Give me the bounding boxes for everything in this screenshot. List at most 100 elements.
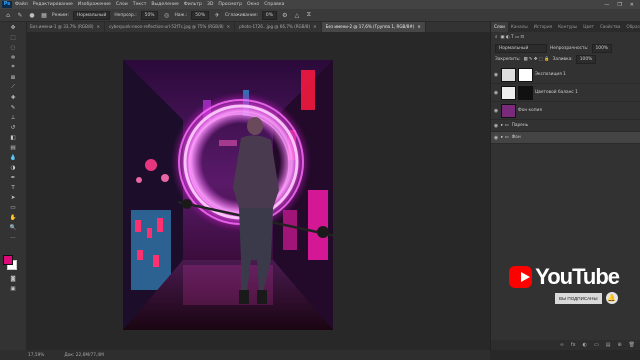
menu-help[interactable]: Справка [264,2,284,7]
blur-tool-icon[interactable]: 💧 [2,153,24,162]
menu-edit[interactable]: Редактирование [33,2,73,7]
zoom-tool-icon[interactable]: 🔍 [2,223,24,232]
maximize-button[interactable]: ❐ [617,2,621,8]
trash-icon[interactable]: 🗑 [629,342,635,348]
new-group-icon[interactable]: ▤ [606,342,611,348]
angle-icon[interactable]: △ [293,11,301,19]
canvas-area[interactable] [26,32,490,350]
subscribed-button[interactable]: ВЫ ПОДПИСАНЫ [555,292,602,304]
close-icon[interactable]: ✕ [97,22,100,32]
layer-name[interactable]: Парень [512,123,529,128]
lasso-tool-icon[interactable]: ◌ [2,43,24,52]
tab-channels[interactable]: Каналы [508,22,531,32]
smoothing-settings-icon[interactable]: ⚙ [281,11,289,19]
add-mask-icon[interactable]: ▭ [594,342,599,348]
layer-name[interactable]: Фон копия [518,108,542,113]
home-icon[interactable]: ⌂ [4,11,12,19]
tab-document-2[interactable]: cyberpunk-neon-reflection-url-52f7c.jpg … [105,22,236,32]
layer-row[interactable]: ◉ Экспозиция 1 [491,66,640,84]
fx-icon[interactable]: fx [571,342,576,348]
shape-tool-icon[interactable]: ▭ [2,203,24,212]
close-button[interactable]: ✕ [630,2,634,8]
type-tool-icon[interactable]: T [2,183,24,192]
layer-opacity-field[interactable]: 100% [591,44,613,53]
layer-group-row[interactable]: ◉ ▸ ▭ Фон [491,132,640,144]
frame-tool-icon[interactable]: ⊠ [2,73,24,82]
tab-document-1[interactable]: Без имени-1 @ 33,7% (RGB/8) ✕ [26,22,105,32]
symmetry-icon[interactable]: ⧖ [305,11,313,19]
minimize-button[interactable]: — [604,2,609,8]
visibility-eye-icon[interactable]: ◉ [491,135,501,141]
menu-layers[interactable]: Слои [116,2,128,7]
hand-tool-icon[interactable]: ✋ [2,213,24,222]
quick-select-tool-icon[interactable]: ✲ [2,53,24,62]
tab-swatches[interactable]: Образцы [623,22,640,32]
brush-settings-icon[interactable]: ▦ [40,11,48,19]
layer-row[interactable]: ◉ Фон копия [491,102,640,120]
tab-paths[interactable]: Контуры [555,22,580,32]
menu-filter[interactable]: Фильтр [184,2,202,7]
close-icon[interactable]: ✕ [227,22,230,32]
adjustment-layer-icon[interactable]: ◐ [583,342,587,348]
photoshop-logo[interactable]: Ps [2,1,12,8]
new-layer-icon[interactable]: ⊕ [617,342,621,348]
bell-icon[interactable]: 🔔 [605,292,618,304]
history-brush-tool-icon[interactable]: ↺ [2,123,24,132]
brush-size-icon[interactable]: ● [28,11,36,19]
eraser-tool-icon[interactable]: ◧ [2,133,24,142]
fill-field[interactable]: 100% [575,55,597,64]
layer-row[interactable]: ◉ Цветовой баланс 1 [491,84,640,102]
pen-tool-icon[interactable]: ✒ [2,173,24,182]
menu-select[interactable]: Выделение [151,2,178,7]
smoothing-field[interactable]: 0% [261,10,277,20]
layer-name[interactable]: Фон [512,135,521,140]
tab-layers[interactable]: Слои [491,22,508,32]
artwork-image[interactable] [123,60,333,330]
dodge-tool-icon[interactable]: ◑ [2,163,24,172]
healing-brush-tool-icon[interactable]: ✚ [2,93,24,102]
close-icon[interactable]: ✕ [417,22,420,32]
tab-document-3[interactable]: photo-1726...jpg @ 66,7% (RGB/8) ✕ [235,22,322,32]
foreground-color-swatch[interactable] [3,255,13,265]
brush-tool-icon[interactable]: ✎ [2,103,24,112]
zoom-level[interactable]: 17,59% [28,353,44,358]
close-icon[interactable]: ✕ [313,22,316,32]
mode-select[interactable]: Нормальный [72,10,111,20]
pressure-opacity-icon[interactable]: ◎ [162,11,170,19]
visibility-eye-icon[interactable]: ◉ [491,123,501,129]
menu-image[interactable]: Изображение [78,2,111,7]
marquee-tool-icon[interactable]: ⬚ [2,33,24,42]
menu-type[interactable]: Текст [133,2,147,7]
tab-color[interactable]: Цвет [580,22,597,32]
quick-mask-icon[interactable]: ◙ [2,274,24,283]
layer-name[interactable]: Цветовой баланс 1 [535,90,578,95]
path-select-tool-icon[interactable]: ➤ [2,193,24,202]
flow-field[interactable]: 50% [191,10,210,20]
link-layers-icon[interactable]: ∞ [560,342,564,348]
lock-icons[interactable]: ▦ ✎ ✥ ⬚ 🔒 [523,57,549,62]
menu-file[interactable]: Файл [15,2,28,7]
airbrush-icon[interactable]: ✈ [213,11,221,19]
tab-document-4[interactable]: Без имени-2 @ 17,6% (Группа 1, RGB/8#) ✕ [321,22,426,32]
more-tools-icon[interactable]: ⋯ [2,233,24,242]
visibility-eye-icon[interactable]: ◉ [491,90,501,96]
filter-icon[interactable]: ⌕ [495,35,497,40]
gradient-tool-icon[interactable]: ▤ [2,143,24,152]
blend-mode-select[interactable]: Нормальный [495,44,547,53]
menu-window[interactable]: Окно [247,2,259,7]
opacity-field[interactable]: 50% [140,10,159,20]
document-size[interactable]: Док: 22,6M/77,4M [64,353,103,358]
tab-history[interactable]: История [531,22,555,32]
screen-mode-icon[interactable]: ▣ [2,284,24,293]
menu-3d[interactable]: 3D [207,2,213,7]
move-tool-icon[interactable]: ✥ [2,23,24,32]
crop-tool-icon[interactable]: ⌗ [2,63,24,72]
brush-preset-icon[interactable]: ✎ [16,11,24,19]
visibility-eye-icon[interactable]: ◉ [491,108,501,114]
layer-group-row[interactable]: ◉ ▸ ▭ Парень [491,120,640,132]
visibility-eye-icon[interactable]: ◉ [491,72,501,78]
filter-kind-icons[interactable]: ▣ ◐ T ▭ ⊡ [500,35,524,40]
clone-stamp-tool-icon[interactable]: ⊥ [2,113,24,122]
menu-view[interactable]: Просмотр [218,2,242,7]
tab-properties[interactable]: Свойства [597,22,623,32]
